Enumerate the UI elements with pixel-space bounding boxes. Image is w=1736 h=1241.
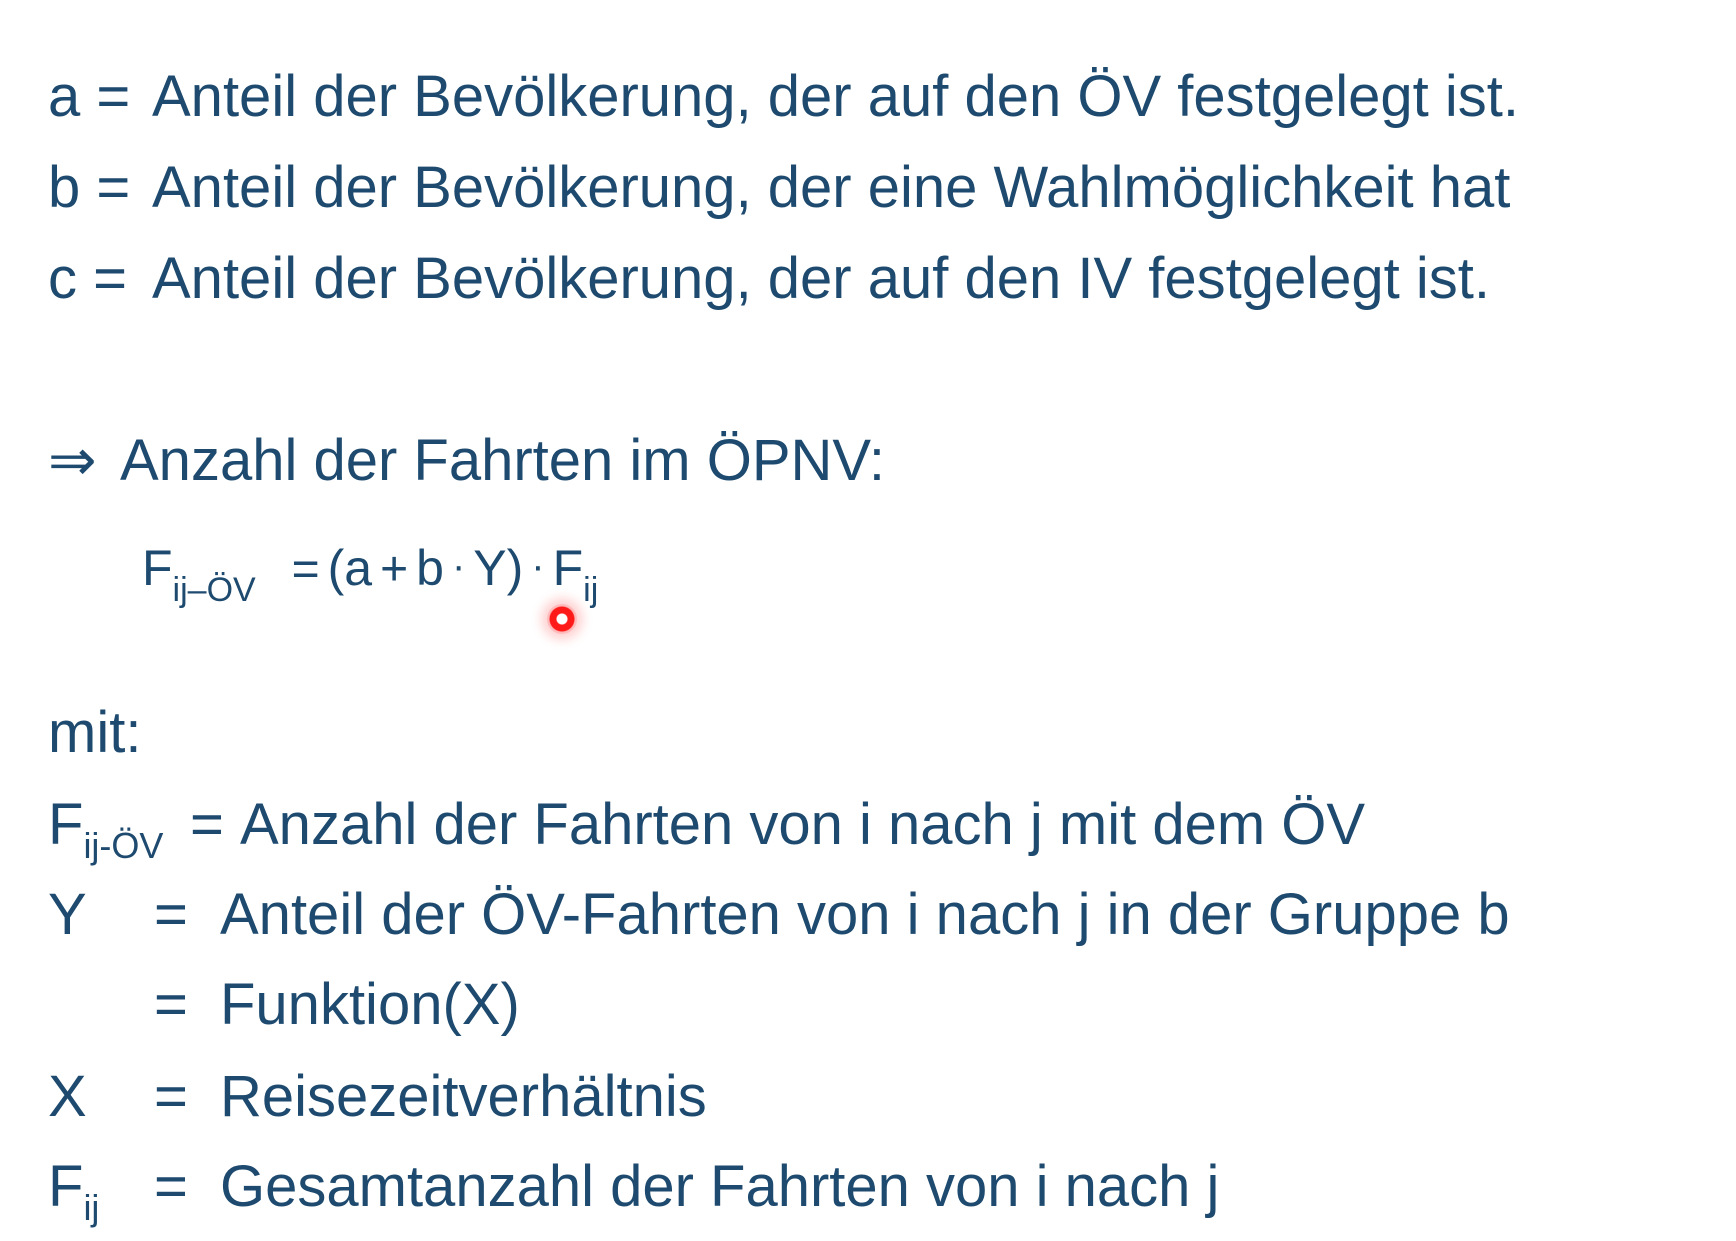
- legend-symbol: F: [48, 792, 84, 857]
- legend-row: X = Reisezeitverhältnis: [48, 1064, 707, 1130]
- definition-a-key: a =: [48, 64, 131, 129]
- legend-row: Y = Anteil der ÖV-Fahrten von i nach j in …: [48, 882, 1510, 948]
- definition-c-text: Anteil der Bevölkerung, der auf den IV f…: [152, 246, 1491, 311]
- formula-dot-2: ·: [531, 544, 545, 588]
- legend-equals: =: [190, 792, 224, 857]
- legend-symbol: F: [48, 1154, 84, 1219]
- definition-a-text: Anteil der Bevölkerung, der auf den ÖV f…: [152, 64, 1520, 129]
- formula-plus: +: [380, 543, 409, 596]
- definition-c-key: c =: [48, 246, 127, 311]
- formula-lhs-subscript: ij–ÖV: [172, 571, 256, 609]
- top-edge: [0, 0, 1736, 8]
- formula-f: F: [552, 540, 584, 596]
- legend-text: Gesamtanzahl der Fahrten von i nach j: [220, 1154, 1220, 1219]
- definition-a: a = Anteil der Bevölkerung, der auf den Ö…: [48, 64, 1519, 130]
- formula: Fij–ÖV = (a + b · Y) · Fij: [142, 536, 598, 620]
- formula-open-paren: (: [327, 540, 345, 596]
- legend-row: Fij-ÖV = Anzahl der Fahrten von i nach j m…: [48, 792, 1365, 879]
- legend-row: = Funktion(X): [48, 972, 520, 1038]
- formula-close-paren: ): [506, 540, 524, 596]
- formula-y: Y: [473, 540, 507, 596]
- legend-symbol: Y: [48, 882, 87, 947]
- formula-f-subscript: ij: [583, 571, 599, 609]
- with-label: mit:: [48, 700, 142, 765]
- legend-equals: =: [154, 1064, 188, 1129]
- conclusion-text: Anzahl der Fahrten im ÖPNV:: [120, 428, 886, 493]
- legend-row: Fij = Gesamtanzahl der Fahrten von i nach …: [48, 1154, 1219, 1241]
- definition-b-text: Anteil der Bevölkerung, der eine Wahlmög…: [152, 155, 1511, 220]
- formula-a: a: [344, 540, 373, 596]
- definition-c: c = Anteil der Bevölkerung, der auf den I…: [48, 246, 1490, 312]
- formula-b: b: [416, 540, 444, 596]
- definition-b: b = Anteil der Bevölkerung, der eine Wahl…: [48, 155, 1510, 221]
- legend-text: Funktion(X): [220, 972, 520, 1037]
- legend-text: Reisezeitverhältnis: [220, 1064, 707, 1129]
- conclusion-line: ⇒ Anzahl der Fahrten im ÖPNV:: [48, 428, 885, 494]
- legend-equals: =: [154, 882, 188, 947]
- legend-symbol-subscript: ij: [83, 1187, 100, 1228]
- legend-text: Anteil der ÖV-Fahrten von i nach j in de…: [220, 882, 1510, 947]
- pointer-cursor-icon: [547, 604, 577, 634]
- legend-text: Anzahl der Fahrten von i nach j mit dem …: [240, 792, 1366, 857]
- legend-equals: =: [154, 972, 188, 1037]
- formula-equals: =: [291, 543, 320, 596]
- legend-equals: =: [154, 1154, 188, 1219]
- legend-symbol: X: [48, 1064, 87, 1129]
- implies-arrow-icon: ⇒: [48, 428, 97, 493]
- legend-symbol-subscript: ij-ÖV: [83, 825, 164, 866]
- formula-lhs: F: [142, 540, 173, 596]
- definition-b-key: b =: [48, 155, 131, 220]
- formula-dot-1: ·: [451, 544, 466, 588]
